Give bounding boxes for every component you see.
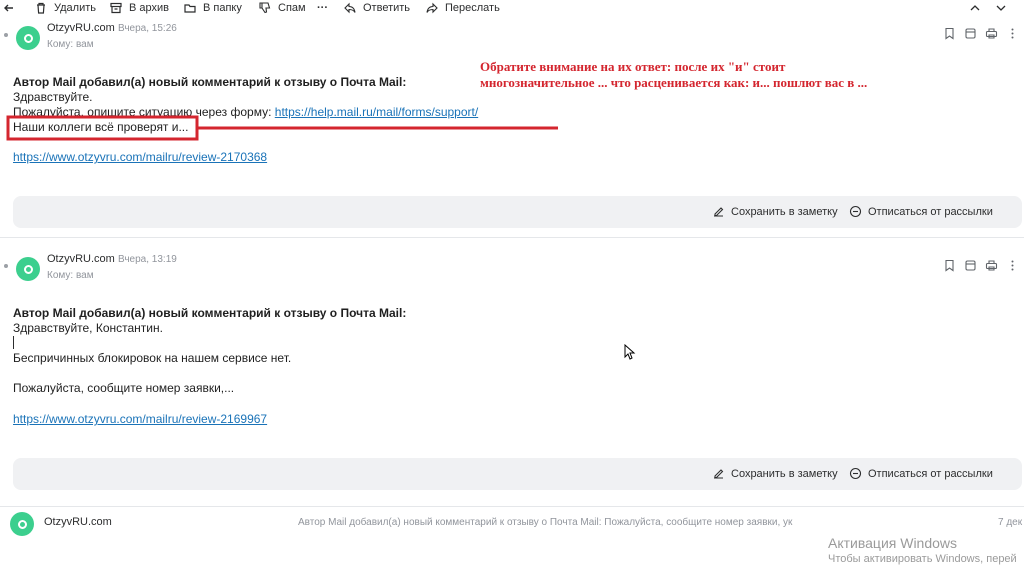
- message-divider: [0, 237, 1024, 238]
- text-caret: [13, 336, 14, 349]
- collapsed-snippet: Автор Mail добавил(а) новый комментарий …: [298, 517, 793, 528]
- sender-name[interactable]: OtzyvRU.com: [47, 253, 115, 265]
- blocking-line: Беспричинных блокировок на нашем сервисе…: [13, 351, 292, 365]
- unsubscribe-button[interactable]: Отписаться от рассылки: [849, 467, 993, 480]
- collapsed-sender: OtzyvRU.com: [44, 516, 112, 528]
- calendar-icon[interactable]: [964, 259, 977, 272]
- annotation-text: Обратите внимание на их ответ: после их …: [480, 59, 868, 90]
- recipient-line: Кому: вам: [47, 270, 94, 281]
- avatar[interactable]: [16, 257, 40, 281]
- more-vertical-icon[interactable]: [1006, 259, 1019, 272]
- mouse-cursor-icon: [624, 344, 636, 360]
- message-heading: Автор Mail добавил(а) новый комментарий …: [13, 306, 407, 320]
- message-date: Вчера, 13:19: [118, 254, 177, 265]
- review-link[interactable]: https://www.otzyvru.com/mailru/review-21…: [13, 412, 267, 427]
- unsubscribe-label: Отписаться от рассылки: [868, 467, 993, 480]
- save-note-label: Сохранить в заметку: [731, 467, 838, 480]
- collapsed-date: 7 дек: [998, 517, 1023, 528]
- avatar: [10, 512, 34, 536]
- unread-dot: [4, 264, 8, 268]
- greeting-line: Здравствуйте, Константин.: [13, 321, 163, 335]
- activation-title: Активация Windows: [828, 535, 958, 551]
- highlight-box: [6, 115, 199, 141]
- minus-circle-icon: [849, 467, 862, 480]
- windows-activation-watermark: Активация Windows Чтобы активировать Win…: [828, 535, 1017, 565]
- message-footer-bar: Сохранить в заметку Отписаться от рассыл…: [13, 458, 1022, 490]
- note-pen-icon: [714, 469, 724, 479]
- message-actions: [943, 259, 1019, 272]
- save-note-button[interactable]: Сохранить в заметку: [712, 467, 838, 480]
- request-line: Пожалуйста, сообщите номер заявки,...: [13, 381, 235, 395]
- to-prefix: Кому:: [47, 270, 74, 281]
- to-name[interactable]: вам: [76, 270, 94, 281]
- message-divider: [0, 506, 1024, 507]
- print-icon[interactable]: [985, 259, 998, 272]
- activation-subtitle: Чтобы активировать Windows, перей: [828, 553, 1017, 565]
- collapsed-message-row[interactable]: OtzyvRU.com Автор Mail добавил(а) новый …: [0, 509, 1024, 537]
- bookmark-icon[interactable]: [943, 259, 956, 272]
